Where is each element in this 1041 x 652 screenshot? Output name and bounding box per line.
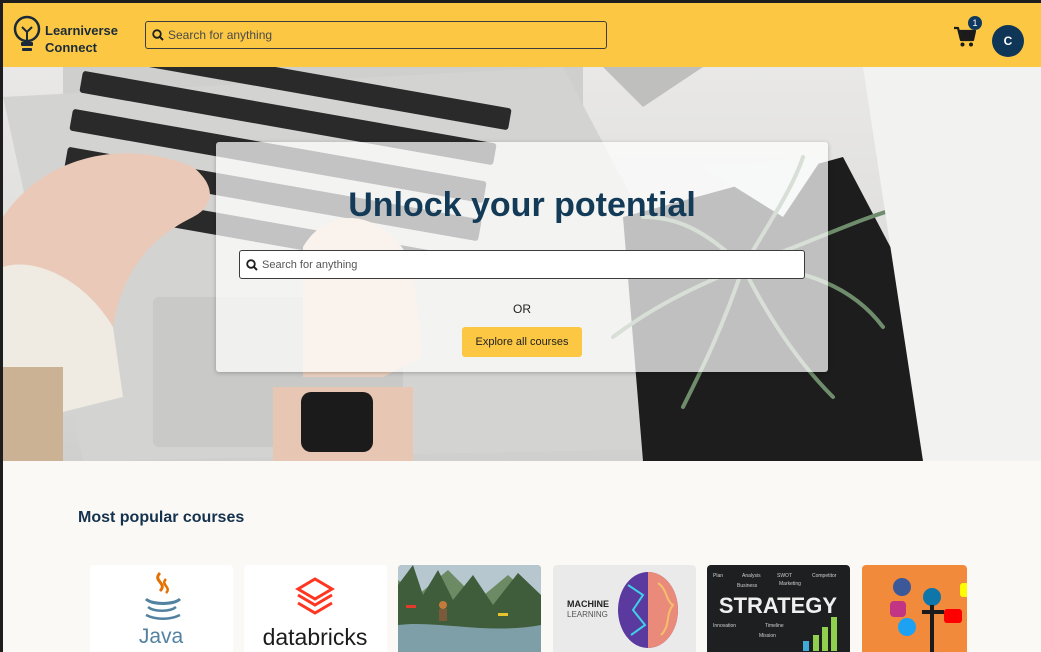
java-logo-icon: Java: [90, 565, 233, 652]
strategy-chalkboard-image: STRATEGY Plan Analysis SWOT Competitor Busi…: [707, 565, 850, 652]
lightbulb-icon: [13, 15, 41, 51]
social-media-icons-image: [862, 565, 967, 652]
course-thumb-text: databricks: [263, 624, 368, 650]
svg-text:Timeline: Timeline: [765, 623, 784, 629]
svg-text:Mission: Mission: [759, 633, 776, 639]
databricks-logo-icon: databricks: [244, 565, 387, 652]
course-card[interactable]: [862, 565, 967, 652]
page: Learniverse Connect 1 C: [3, 3, 1041, 652]
svg-text:Plan: Plan: [713, 573, 723, 579]
svg-text:Innovation: Innovation: [713, 623, 736, 629]
search-icon: [246, 259, 258, 271]
search-icon: [152, 29, 164, 41]
header-search-input[interactable]: [168, 22, 598, 48]
top-navbar: Learniverse Connect 1 C: [3, 3, 1041, 67]
course-thumb-text: STRATEGY: [719, 593, 837, 618]
brand-line1: Learniverse: [45, 23, 118, 38]
course-card[interactable]: databricks: [244, 565, 387, 652]
hero-search: [239, 250, 805, 279]
explore-all-courses-button[interactable]: Explore all courses: [462, 327, 582, 357]
brand-logo[interactable]: Learniverse Connect: [13, 15, 133, 57]
machine-learning-brain-image: MACHINE LEARNING: [553, 565, 696, 652]
course-thumb-text: Java: [139, 625, 184, 648]
cart-count-badge: 1: [968, 16, 982, 30]
svg-text:Marketing: Marketing: [779, 581, 801, 587]
course-card[interactable]: MACHINE LEARNING: [553, 565, 696, 652]
svg-text:LEARNING: LEARNING: [567, 610, 608, 619]
svg-text:SWOT: SWOT: [777, 573, 792, 579]
course-card[interactable]: STRATEGY Plan Analysis SWOT Competitor Busi…: [707, 565, 850, 652]
hero-title: Unlock your potential: [348, 186, 696, 224]
or-divider: OR: [513, 302, 531, 316]
svg-text:Analysis: Analysis: [742, 573, 761, 579]
brand-name: Learniverse Connect: [45, 22, 118, 56]
course-thumb-text: MACHINE: [567, 599, 609, 609]
brand-line2: Connect: [45, 40, 97, 55]
hero-card: Unlock your potential OR Explore all cou…: [216, 142, 828, 372]
course-card[interactable]: Java: [90, 565, 233, 652]
svg-text:Competitor: Competitor: [812, 573, 837, 579]
section-title-popular: Most popular courses: [78, 509, 245, 526]
hero-banner: Unlock your potential OR Explore all cou…: [3, 67, 1041, 461]
hero-search-input[interactable]: [262, 251, 798, 278]
course-card[interactable]: [398, 565, 541, 652]
header-search: [145, 21, 607, 49]
svg-text:Business: Business: [737, 583, 758, 589]
nature-photo-image: [398, 565, 541, 652]
user-avatar[interactable]: C: [992, 25, 1024, 57]
